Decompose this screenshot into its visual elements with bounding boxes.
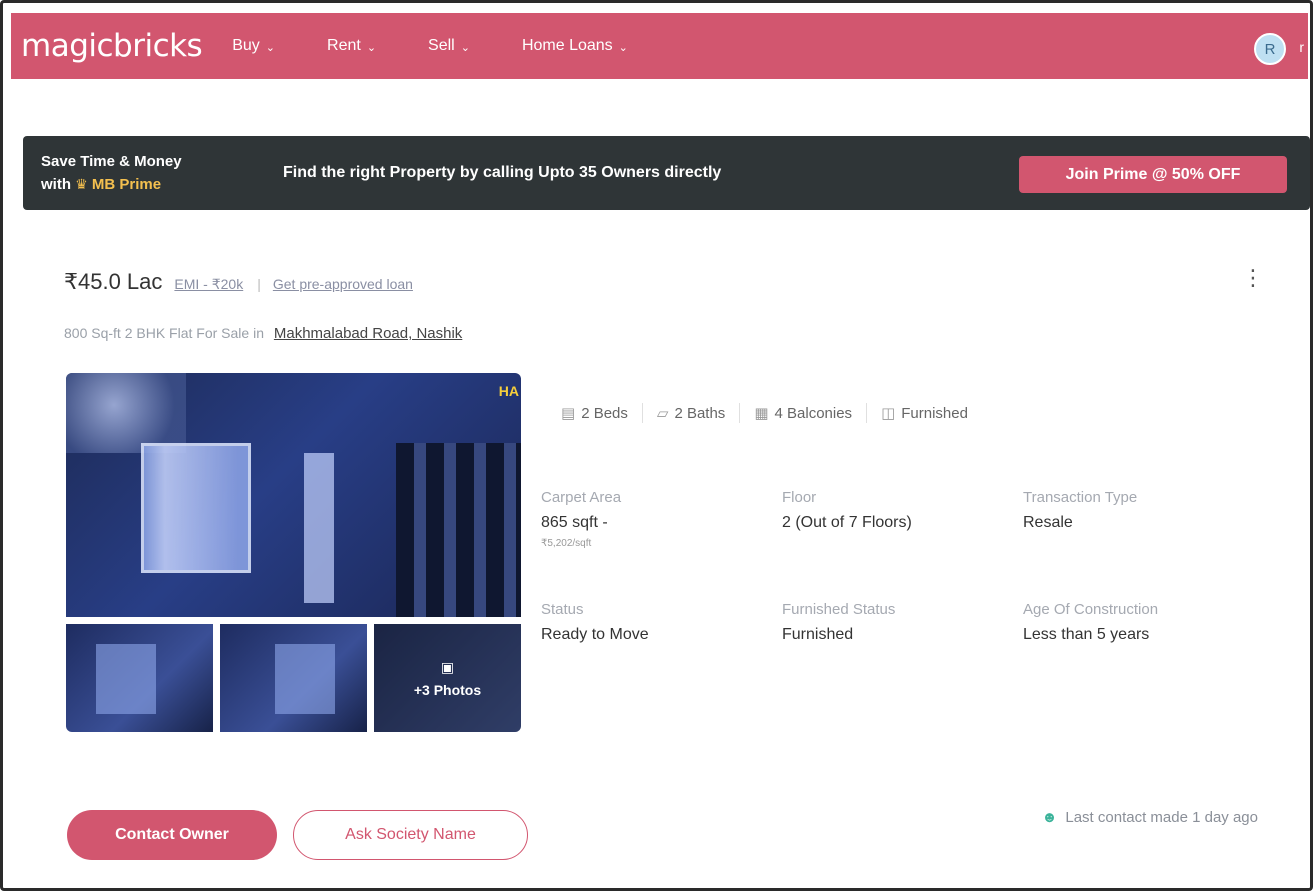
nav-rent[interactable]: Rent ⌄ — [327, 37, 376, 55]
feature-beds: ▤ 2 Beds — [561, 404, 628, 423]
nav-sell-label: Sell — [428, 37, 455, 54]
nav-buy[interactable]: Buy ⌄ — [232, 37, 275, 55]
banner-message: Find the right Property by calling Upto … — [283, 164, 722, 181]
more-photos-thumbnail[interactable]: ▣ +3 Photos — [374, 624, 521, 732]
property-features: ▤ 2 Beds ▱ 2 Baths ▦ 4 Balconies ◫ Furni… — [561, 403, 968, 423]
detail-carpet-area: Carpet Area 865 sqft - ₹5,202/sqft — [541, 489, 621, 549]
balcony-icon: ▦ — [754, 405, 769, 422]
person-icon: ☻ — [1041, 809, 1058, 826]
banner-tagline: Save Time & Money with ♛ MB Prime — [41, 151, 261, 196]
feature-balconies: ▦ 4 Balconies — [754, 404, 853, 423]
camera-icon: ▣ — [440, 658, 455, 675]
feature-baths: ▱ 2 Baths — [656, 404, 726, 423]
thumbnail-photo[interactable] — [66, 624, 213, 732]
bed-icon: ▤ — [561, 405, 576, 422]
emi-link[interactable]: EMI - ₹20k — [174, 276, 243, 293]
bath-icon: ▱ — [656, 405, 669, 422]
banner-tagline-line1: Save Time & Money — [41, 152, 182, 170]
thumbnail-photo[interactable] — [220, 624, 367, 732]
more-photos-overlay: ▣ +3 Photos — [374, 624, 521, 732]
more-options-icon[interactable]: ⋮ — [1242, 267, 1264, 289]
ask-society-name-button[interactable]: Ask Society Name — [293, 810, 528, 860]
chevron-down-icon: ⌄ — [265, 41, 276, 54]
detail-furnished-status: Furnished Status Furnished — [782, 601, 895, 644]
nav-sell[interactable]: Sell ⌄ — [428, 37, 470, 55]
photo-decor — [141, 443, 251, 573]
pre-approved-loan-link[interactable]: Get pre-approved loan — [273, 276, 413, 292]
furnished-status-value: Furnished — [782, 626, 854, 643]
nav-home-loans[interactable]: Home Loans ⌄ — [522, 37, 628, 55]
feature-divider — [641, 403, 643, 423]
price-per-sqft: ₹5,202/sqft — [541, 538, 592, 549]
last-contact-info: ☻ Last contact made 1 day ago — [1042, 809, 1258, 826]
feature-furnished: ◫ Furnished — [881, 404, 968, 423]
floor-value: 2 (Out of 7 Floors) — [782, 514, 912, 531]
photo-thumbnails: ▣ +3 Photos — [66, 624, 521, 732]
detail-floor: Floor 2 (Out of 7 Floors) — [782, 489, 912, 532]
status-value: Ready to Move — [541, 626, 649, 643]
age-value: Less than 5 years — [1023, 626, 1150, 643]
more-photos-label: +3 Photos — [413, 681, 482, 698]
magicbricks-logo[interactable]: magicbricks — [21, 28, 203, 64]
contact-owner-button[interactable]: Contact Owner — [67, 810, 277, 860]
carpet-area-value: 865 sqft - — [541, 514, 608, 531]
chevron-down-icon: ⌄ — [618, 41, 628, 54]
photo-watermark-text: HA — [498, 383, 519, 399]
floor-label: Floor — [782, 489, 817, 506]
feature-divider — [739, 403, 741, 423]
chevron-down-icon: ⌄ — [366, 41, 377, 54]
top-navbar: magicbricks Buy ⌄ Rent ⌄ Sell ⌄ Home Loa… — [11, 13, 1308, 79]
prime-banner: Save Time & Money with ♛ MB Prime Find t… — [23, 136, 1310, 210]
banner-with-text: with — [41, 175, 71, 193]
nav-rent-label: Rent — [327, 37, 361, 54]
transaction-type-value: Resale — [1023, 514, 1073, 531]
carpet-area-label: Carpet Area — [541, 489, 622, 506]
join-prime-button[interactable]: Join Prime @ 50% OFF — [1019, 156, 1287, 193]
crown-icon: ♛ — [75, 175, 88, 192]
detail-age-of-construction: Age Of Construction Less than 5 years — [1023, 601, 1158, 644]
nav-home-loans-label: Home Loans — [521, 37, 613, 54]
property-subtitle: 800 Sq-ft 2 BHK Flat For Sale in Makhmal… — [64, 325, 462, 342]
detail-transaction-type: Transaction Type Resale — [1023, 489, 1137, 532]
property-price: ₹45.0 Lac — [64, 269, 163, 294]
photo-decor — [396, 443, 521, 617]
last-contact-text: Last contact made 1 day ago — [1065, 809, 1258, 826]
baths-label: 2 Baths — [674, 404, 726, 422]
main-property-photo[interactable]: HA — [66, 373, 521, 617]
main-nav: Buy ⌄ Rent ⌄ Sell ⌄ Home Loans ⌄ — [232, 37, 680, 55]
property-type-text: 800 Sq-ft 2 BHK Flat For Sale in — [64, 325, 264, 341]
divider: | — [257, 276, 261, 292]
transaction-type-label: Transaction Type — [1023, 489, 1138, 506]
banner-tagline-line2: with ♛ MB Prime — [41, 173, 261, 196]
furnished-label: Furnished — [901, 404, 968, 422]
mb-prime-label: MB Prime — [91, 175, 162, 193]
photo-decor — [66, 373, 186, 453]
chevron-down-icon: ⌄ — [460, 41, 470, 54]
page-frame: magicbricks Buy ⌄ Rent ⌄ Sell ⌄ Home Loa… — [0, 0, 1313, 891]
age-label: Age Of Construction — [1023, 601, 1159, 618]
beds-label: 2 Beds — [581, 404, 628, 422]
status-label: Status — [541, 601, 584, 618]
balconies-label: 4 Balconies — [774, 404, 853, 422]
user-name-fragment: r — [1299, 39, 1304, 55]
feature-divider — [866, 403, 868, 423]
nav-buy-label: Buy — [232, 37, 260, 54]
user-avatar[interactable]: R — [1254, 33, 1286, 65]
furnished-icon: ◫ — [881, 405, 896, 422]
location-link[interactable]: Makhmalabad Road, Nashik — [274, 325, 462, 342]
detail-status: Status Ready to Move — [541, 601, 649, 644]
photo-decor — [304, 453, 334, 603]
price-row: ₹45.0 Lac EMI - ₹20k | Get pre-approved … — [64, 269, 413, 295]
furnished-status-label: Furnished Status — [782, 601, 896, 618]
